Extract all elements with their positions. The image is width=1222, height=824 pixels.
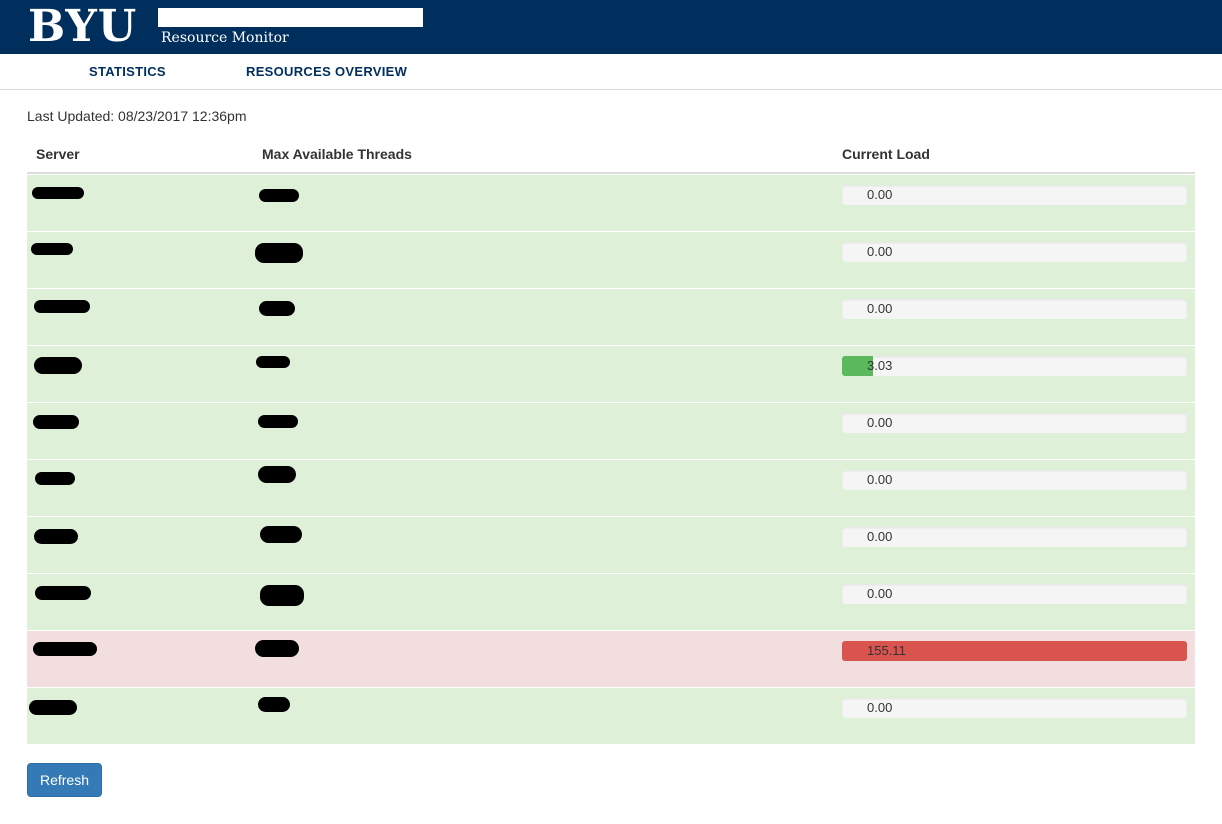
redacted-server-name (32, 187, 84, 199)
last-updated-text: Last Updated: 08/23/2017 12:36pm (27, 108, 247, 124)
redacted-app-name (158, 8, 423, 27)
load-value: 0.00 (867, 700, 893, 715)
redacted-server-name (35, 586, 91, 600)
redacted-max-threads (258, 697, 290, 712)
redacted-server-name (34, 300, 90, 313)
load-value: 0.00 (867, 586, 893, 601)
redacted-max-threads (260, 585, 304, 606)
table-row: 0.00 (27, 288, 1195, 345)
load-progress-bar: 0.00 (842, 584, 1187, 604)
load-progress-bar: 3.03 (842, 356, 1187, 376)
load-progress-bar: 0.00 (842, 527, 1187, 547)
load-progress-bar: 155.11 (842, 641, 1187, 661)
redacted-server-name (34, 357, 82, 374)
table-row: 0.00 (27, 402, 1195, 459)
main-nav: STATISTICS RESOURCES OVERVIEW (0, 54, 1222, 90)
load-value: 0.00 (867, 187, 893, 202)
redacted-max-threads (259, 301, 295, 316)
load-progress-bar: 0.00 (842, 413, 1187, 433)
table-row: 0.00 (27, 174, 1195, 231)
redacted-max-threads (255, 640, 299, 657)
load-value: 155.11 (867, 643, 906, 658)
table-row: 0.00 (27, 231, 1195, 288)
load-progress-bar: 0.00 (842, 242, 1187, 262)
load-value: 0.00 (867, 472, 893, 487)
column-header-server: Server (36, 146, 80, 162)
redacted-server-name (31, 243, 73, 255)
redacted-server-name (33, 415, 79, 429)
table-row: 3.03 (27, 345, 1195, 402)
redacted-server-name (33, 642, 97, 656)
redacted-max-threads (258, 415, 298, 428)
nav-statistics[interactable]: STATISTICS (89, 64, 166, 79)
table-row: 0.00 (27, 573, 1195, 630)
table-row: 0.00 (27, 459, 1195, 516)
app-header: BYU Resource Monitor (0, 0, 1222, 54)
load-progress-bar: 0.00 (842, 470, 1187, 490)
load-progress-bar: 0.00 (842, 698, 1187, 718)
nav-resources-overview[interactable]: RESOURCES OVERVIEW (246, 64, 407, 79)
column-header-max-threads: Max Available Threads (262, 146, 412, 162)
byu-logo[interactable]: BYU (28, 2, 137, 52)
table-row: 0.00 (27, 687, 1195, 744)
redacted-max-threads (258, 466, 296, 483)
load-value: 0.00 (867, 529, 893, 544)
redacted-max-threads (260, 526, 302, 543)
load-value: 0.00 (867, 301, 893, 316)
resources-table: Server Max Available Threads Current Loa… (27, 140, 1195, 744)
app-subtitle: Resource Monitor (161, 30, 289, 46)
redacted-max-threads (256, 356, 290, 368)
redacted-max-threads (259, 189, 299, 202)
load-value: 0.00 (867, 244, 893, 259)
table-row: 0.00 (27, 516, 1195, 573)
load-progress-bar: 0.00 (842, 299, 1187, 319)
table-body: 0.00 0.00 0.00 3.03 0.00 0.00 0.00 0.00 155.11 0.… (27, 174, 1195, 744)
load-value: 3.03 (867, 358, 893, 373)
redacted-max-threads (255, 243, 303, 263)
table-header: Server Max Available Threads Current Loa… (27, 140, 1195, 174)
redacted-server-name (34, 529, 78, 544)
refresh-button[interactable]: Refresh (27, 763, 102, 797)
redacted-server-name (29, 700, 77, 715)
load-value: 0.00 (867, 415, 893, 430)
load-progress-bar: 0.00 (842, 185, 1187, 205)
column-header-current-load: Current Load (842, 146, 930, 162)
table-row: 155.11 (27, 630, 1195, 687)
redacted-server-name (35, 472, 75, 485)
